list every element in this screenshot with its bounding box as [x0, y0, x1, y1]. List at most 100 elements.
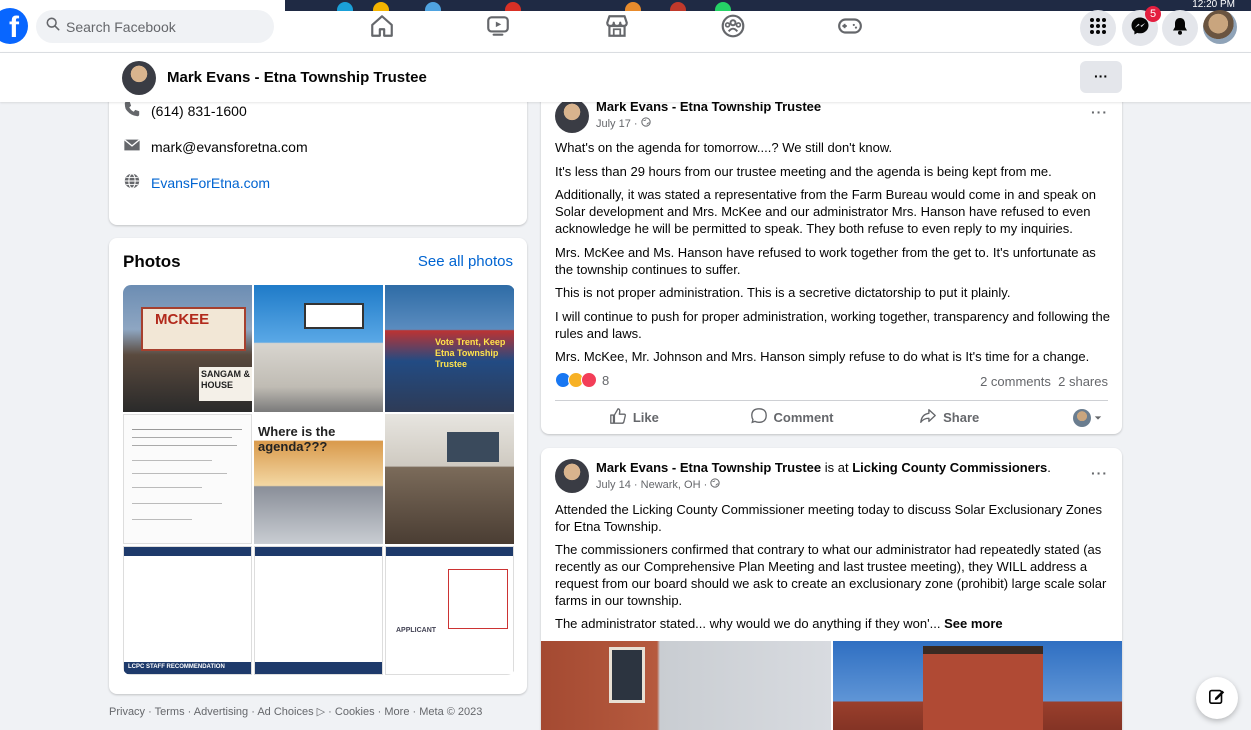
globe-icon — [710, 478, 720, 491]
post-card: Mark Evans - Etna Township Trustee July … — [541, 90, 1122, 434]
photo-thumbnail[interactable]: APPLICANT — [385, 546, 514, 675]
photo-thumbnail[interactable] — [254, 546, 383, 675]
notification-badge: 5 — [1145, 6, 1161, 22]
post-author-avatar[interactable] — [555, 99, 589, 133]
see-more-link[interactable]: See more — [944, 616, 1003, 631]
globe-icon — [640, 117, 651, 130]
taskbar-app-icon — [505, 2, 521, 11]
post-paragraph: I will continue to push for proper admin… — [555, 309, 1110, 341]
facebook-logo[interactable]: f — [0, 8, 28, 44]
comment-bubble-icon — [750, 407, 774, 428]
taskbar-app-icon — [670, 2, 686, 11]
applicant-label: APPLICANT — [396, 627, 437, 634]
menu-grid-button[interactable] — [1080, 10, 1116, 46]
contact-phone: (614) 831-1600 — [123, 100, 247, 121]
page-more-button[interactable]: ··· — [1080, 61, 1122, 93]
footer-links[interactable]: Privacy · Terms · Advertising · Ad Choic… — [109, 705, 482, 718]
store-sign-text: SANGAM & HOUSE — [201, 369, 250, 390]
messenger-button[interactable]: 5 — [1122, 6, 1161, 46]
document-line — [132, 445, 237, 446]
page-avatar[interactable] — [122, 61, 156, 95]
like-button[interactable]: Like — [555, 407, 713, 428]
billboard — [304, 303, 364, 329]
post-author-avatar[interactable] — [555, 459, 589, 493]
watch-video-icon[interactable] — [485, 13, 511, 39]
page-header: Mark Evans - Etna Township Trustee ··· — [0, 52, 1251, 102]
post-paragraph: Additionally, it was stated a representa… — [555, 187, 1096, 236]
search-box[interactable] — [36, 10, 274, 43]
account-avatar[interactable] — [1203, 10, 1237, 44]
website-link[interactable]: EvansForEtna.com — [151, 175, 270, 191]
notifications-button[interactable] — [1162, 10, 1198, 46]
phone-number: (614) 831-1600 — [151, 102, 247, 119]
map-outline — [448, 569, 508, 629]
comment-button[interactable]: Comment — [713, 407, 871, 428]
taskbar-app-icon — [625, 2, 641, 11]
building-window — [609, 647, 645, 703]
reaction-count: 8 — [602, 372, 610, 388]
post-paragraph: Mrs. McKee and Ms. Hanson have refused t… — [555, 245, 1096, 277]
post-card: Mark Evans - Etna Township Trustee is at… — [541, 448, 1122, 730]
see-all-photos-link[interactable]: See all photos — [418, 253, 513, 270]
love-reaction-icon — [581, 372, 597, 388]
billboard-text: MCKEE — [155, 311, 210, 328]
document-line — [132, 503, 222, 504]
search-icon — [46, 17, 60, 36]
photo-grid: MCKEE SANGAM & HOUSE Vote Trent, Keep Et… — [123, 285, 515, 675]
post-date[interactable]: July 17 · — [596, 118, 638, 130]
post-date[interactable]: July 14 · Newark, OH · — [596, 479, 707, 491]
billboard-text: Vote Trent, Keep Etna Township Trustee — [435, 337, 506, 369]
post-meta: July 17 · — [596, 117, 651, 130]
comment-label: Comment — [773, 410, 834, 425]
post-stats: 2 comments 2 shares — [980, 374, 1108, 389]
building-facade — [923, 646, 1043, 730]
shares-count[interactable]: 2 shares — [1058, 374, 1108, 389]
photo-thumbnail[interactable]: Vote Trent, Keep Etna Township Trustee — [385, 285, 514, 412]
photo-thumbnail[interactable]: MCKEE SANGAM & HOUSE — [123, 285, 252, 412]
post-options-button[interactable]: ··· — [1091, 104, 1108, 120]
post-photo[interactable] — [541, 641, 831, 730]
comments-count[interactable]: 2 comments — [980, 374, 1051, 389]
post-photo[interactable] — [833, 641, 1122, 730]
reaction-summary[interactable]: 8 — [555, 372, 609, 388]
document-line — [132, 437, 232, 438]
photo-thumbnail[interactable] — [123, 414, 252, 544]
grid-menu-icon — [1088, 16, 1108, 41]
document-line — [132, 487, 202, 488]
contact-email: mark@evansforetna.com — [123, 136, 308, 157]
react-as-selector[interactable] — [1028, 408, 1108, 427]
new-message-button[interactable] — [1196, 677, 1238, 719]
globe-icon — [123, 172, 151, 193]
top-navigation-bar: 12:20 PM f 5 — [0, 0, 1251, 52]
home-icon[interactable] — [369, 13, 395, 39]
contact-website[interactable]: EvansForEtna.com — [123, 172, 270, 193]
post-options-button[interactable]: ··· — [1091, 465, 1108, 481]
taskbar-app-icon — [425, 2, 441, 11]
photo-thumbnail[interactable] — [385, 414, 514, 544]
search-input[interactable] — [66, 18, 256, 35]
taskbar-app-icon — [337, 2, 353, 11]
page-title[interactable]: Mark Evans - Etna Township Trustee — [167, 69, 427, 86]
taskbar-app-icon — [715, 2, 731, 11]
document-line — [132, 473, 227, 474]
check-in-period: . — [1047, 460, 1051, 475]
groups-icon[interactable] — [720, 13, 746, 39]
bell-icon — [1170, 16, 1190, 41]
envelope-icon — [123, 136, 151, 157]
marketplace-icon[interactable] — [604, 13, 630, 39]
post-meta: July 14 · Newark, OH · — [596, 478, 720, 491]
share-button[interactable]: Share — [870, 407, 1028, 428]
post-paragraph: This is not proper administration. This … — [555, 285, 1011, 300]
photos-card: Photos See all photos MCKEE SANGAM & HOU… — [109, 238, 527, 694]
photo-thumbnail[interactable]: Where is the agenda??? — [254, 414, 383, 544]
compose-icon — [1208, 687, 1226, 710]
photo-thumbnail[interactable]: LCPC STAFF RECOMMENDATION — [123, 546, 252, 675]
post-author-name[interactable]: Mark Evans - Etna Township Trustee — [596, 460, 821, 475]
phone-icon — [123, 100, 151, 121]
document-line — [132, 460, 212, 461]
truncated-text: The administrator stated... why would we… — [555, 616, 941, 631]
thumbs-up-icon — [609, 407, 633, 428]
gaming-icon[interactable] — [837, 13, 863, 39]
photo-thumbnail[interactable] — [254, 285, 383, 412]
check-in-place[interactable]: Licking County Commissioners — [852, 460, 1047, 475]
